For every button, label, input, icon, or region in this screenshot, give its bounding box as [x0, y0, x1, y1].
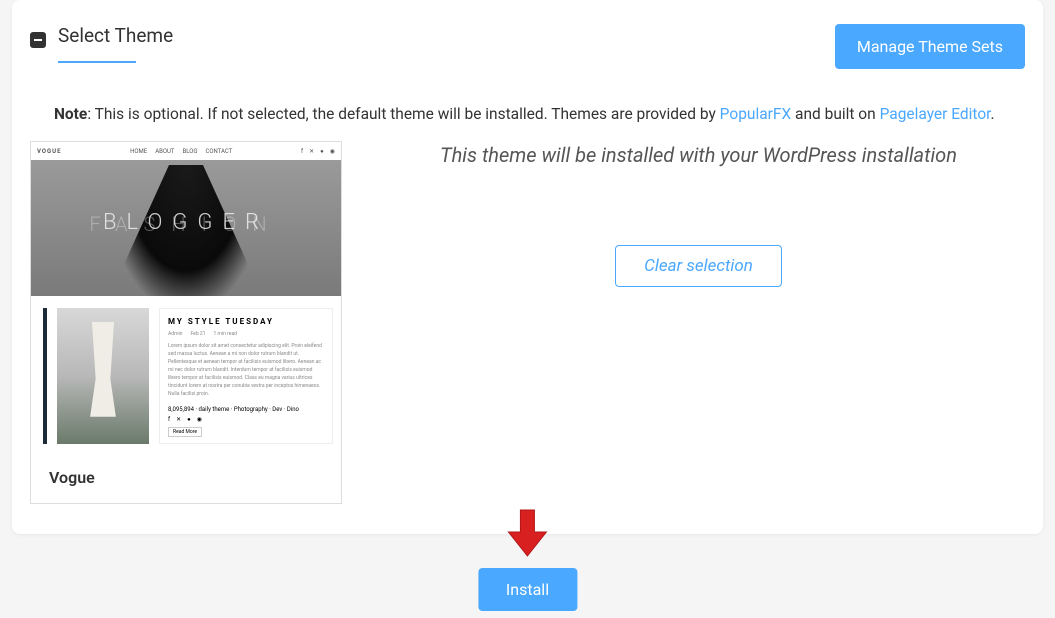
collapse-icon[interactable]	[30, 32, 46, 48]
instagram-icon: ◉	[330, 148, 335, 155]
note-part1: : This is optional. If not selected, the…	[87, 105, 719, 123]
preview-article-text: MY STYLE TUESDAY Admin Feb 21 1 min read…	[159, 308, 333, 444]
title-underline	[58, 61, 136, 63]
theme-card[interactable]: VOGUE HOME ABOUT BLOG CONTACT f ✕ ● ◉	[30, 141, 342, 504]
popularfx-link[interactable]: PopularFX	[720, 105, 792, 123]
facebook-icon: f	[301, 148, 303, 155]
section-title-text: Select Theme	[58, 24, 173, 47]
preview-nav-item: CONTACT	[205, 148, 232, 155]
header-left: Select Theme	[30, 24, 173, 55]
facebook-icon: f	[168, 416, 170, 423]
select-theme-panel: Select Theme Manage Theme Sets Note: Thi…	[12, 0, 1043, 534]
preview-article-meta: Admin Feb 21 1 min read	[168, 331, 324, 337]
meta-author: Admin	[168, 331, 182, 337]
panel-header: Select Theme Manage Theme Sets	[30, 24, 1025, 69]
install-button[interactable]: Install	[478, 568, 577, 611]
meta-readtime: 1 min read	[214, 331, 238, 337]
red-arrow-icon	[506, 508, 548, 558]
note-part2: and built on	[791, 105, 879, 123]
note-part3: .	[991, 105, 995, 123]
preview-accent-stripe	[43, 308, 47, 444]
note-text: Note: This is optional. If not selected,…	[54, 105, 1025, 123]
twitter-icon: ✕	[176, 416, 181, 423]
hero-text-front: BLOGGER	[31, 210, 341, 235]
preview-article-title: MY STYLE TUESDAY	[168, 317, 324, 326]
pinterest-icon: ●	[320, 148, 324, 155]
manage-theme-sets-button[interactable]: Manage Theme Sets	[835, 24, 1025, 69]
preview-social-icons: f ✕ ● ◉	[301, 148, 335, 155]
preview-brand: VOGUE	[37, 148, 61, 155]
preview-nav: HOME ABOUT BLOG CONTACT	[130, 148, 232, 155]
install-message: This theme will be installed with your W…	[372, 143, 1025, 167]
pagelayer-link[interactable]: Pagelayer Editor	[880, 105, 991, 123]
pinterest-icon: ●	[187, 416, 191, 423]
note-bold: Note	[54, 105, 87, 123]
preview-hero: FASHION BLOGGER	[31, 160, 341, 296]
theme-name: Vogue	[31, 452, 341, 503]
preview-bottom: MY STYLE TUESDAY Admin Feb 21 1 min read…	[31, 296, 341, 452]
preview-nav-item: BLOG	[182, 148, 197, 155]
preview-footer-text: 8,095,894 · daily theme · Photography · …	[168, 406, 299, 413]
twitter-icon: ✕	[309, 148, 314, 155]
preview-footer-social: f ✕ ● ◉	[168, 416, 324, 423]
preview-top-bar: VOGUE HOME ABOUT BLOG CONTACT f ✕ ● ◉	[31, 142, 341, 160]
preview-article-image	[57, 308, 149, 444]
preview-article-body: Lorem ipsum dolor sit amet consectetur a…	[168, 342, 324, 398]
right-column: This theme will be installed with your W…	[372, 141, 1025, 504]
preview-nav-item: ABOUT	[155, 148, 174, 155]
meta-date: Feb 21	[190, 331, 205, 337]
clear-selection-button[interactable]: Clear selection	[615, 245, 782, 287]
content-row: VOGUE HOME ABOUT BLOG CONTACT f ✕ ● ◉	[30, 141, 1025, 504]
preview-nav-item: HOME	[130, 148, 147, 155]
install-arrow-container: Install	[478, 508, 577, 611]
preview-article-footer: 8,095,894 · daily theme · Photography · …	[168, 406, 324, 413]
theme-preview: VOGUE HOME ABOUT BLOG CONTACT f ✕ ● ◉	[31, 142, 341, 452]
preview-read-more: Read More	[168, 427, 202, 437]
instagram-icon: ◉	[197, 416, 202, 423]
section-title: Select Theme	[58, 24, 173, 55]
